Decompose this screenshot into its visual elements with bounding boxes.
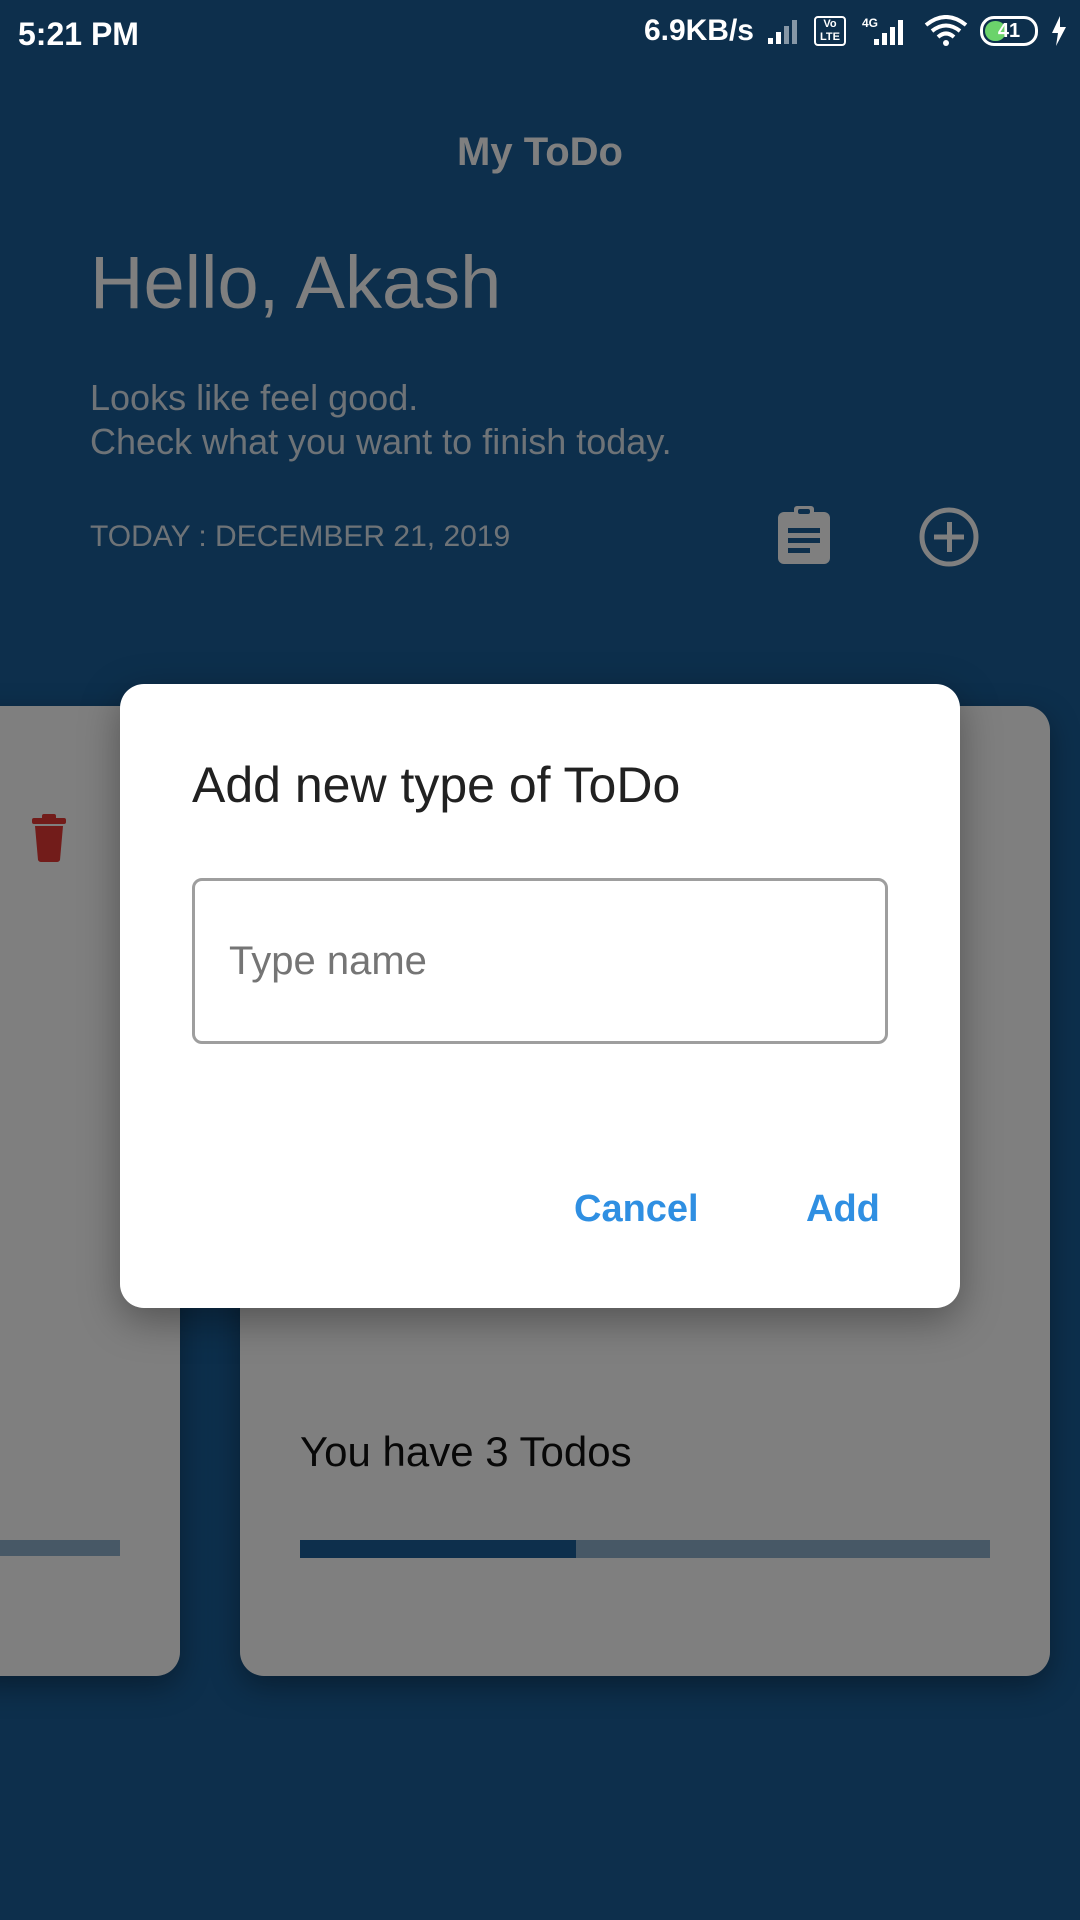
volte-icon: Vo LTE xyxy=(814,16,846,46)
signal-4g-icon: 4G xyxy=(862,16,903,45)
network-speed: 6.9KB/s xyxy=(643,14,754,47)
battery-level: 41 xyxy=(997,19,1021,42)
status-icons: 6.9KB/s Vo LTE 4G 41 xyxy=(644,14,1068,48)
charging-icon xyxy=(1052,16,1066,46)
type-name-input[interactable] xyxy=(192,878,888,1044)
screen: 5:21 PM 6.9KB/s Vo LTE 4G 41 Add new typ… xyxy=(0,0,1080,1920)
wifi-icon xyxy=(924,15,968,46)
volte-label: Vo LTE xyxy=(820,18,840,43)
status-bar: 5:21 PM 6.9KB/s Vo LTE 4G 41 xyxy=(0,0,1080,72)
add-button[interactable]: Add xyxy=(790,1178,896,1241)
battery-icon: 41 xyxy=(980,16,1038,46)
dialog-title: Add new type of ToDo xyxy=(192,757,681,813)
status-time: 5:21 PM xyxy=(18,16,139,52)
signal-icon xyxy=(768,20,797,44)
network-type: 4G xyxy=(862,16,878,30)
add-todo-type-dialog: Add new type of ToDo Cancel Add xyxy=(120,684,960,1308)
cancel-button[interactable]: Cancel xyxy=(558,1178,715,1241)
